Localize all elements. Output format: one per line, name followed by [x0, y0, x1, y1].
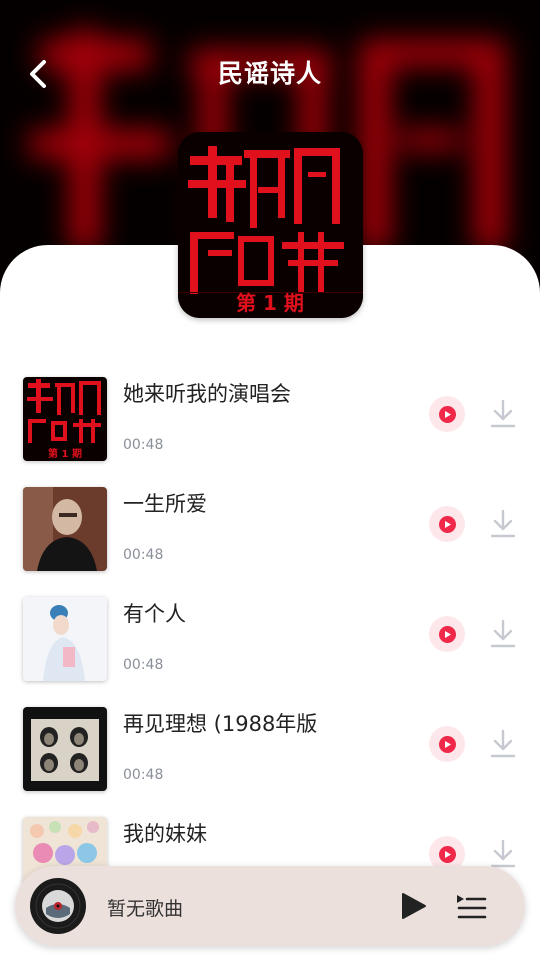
queue-list-icon: [457, 895, 487, 919]
song-duration: 00:48: [123, 547, 164, 563]
mini-player[interactable]: 暂无歌曲: [15, 866, 525, 946]
song-row[interactable]: 有个人 00:48: [0, 580, 540, 690]
song-duration: 00:48: [123, 437, 164, 453]
play-song-button[interactable]: [429, 396, 465, 432]
song-title: 有个人: [123, 602, 186, 626]
song-row[interactable]: 一生所爱 00:48: [0, 470, 540, 580]
song-title: 我的妹妹: [123, 822, 207, 846]
playlist-cover: 第 1 期: [178, 132, 363, 318]
song-row[interactable]: 第 1 期 她来听我的演唱会 00:48: [0, 360, 540, 470]
download-icon: [490, 399, 516, 428]
song-row[interactable]: 再见理想 (1988年版 00:48: [0, 690, 540, 800]
play-icon: [438, 845, 456, 863]
download-icon: [490, 509, 516, 538]
play-icon: [438, 625, 456, 643]
download-button[interactable]: [488, 398, 518, 430]
play-icon: [402, 893, 426, 919]
cover-art: 第 1 期: [178, 132, 363, 318]
playlist-queue-button[interactable]: [455, 890, 487, 922]
play-song-button[interactable]: [429, 616, 465, 652]
song-thumbnail: [23, 597, 107, 681]
song-thumbnail: 第 1 期: [23, 377, 107, 461]
page-title: 民谣诗人: [217, 59, 322, 88]
download-button[interactable]: [488, 508, 518, 540]
download-button[interactable]: [488, 838, 518, 870]
play-icon: [438, 515, 456, 533]
download-button[interactable]: [488, 728, 518, 760]
cover-caption: 第 1 期: [236, 291, 304, 315]
download-button[interactable]: [488, 618, 518, 650]
song-title: 一生所爱: [123, 492, 207, 516]
now-playing-text: 暂无歌曲: [107, 898, 184, 920]
play-icon: [438, 735, 456, 753]
play-icon: [438, 405, 456, 423]
download-icon: [490, 729, 516, 758]
player-play-button[interactable]: [397, 890, 429, 922]
download-icon: [490, 619, 516, 648]
play-song-button[interactable]: [429, 506, 465, 542]
play-song-button[interactable]: [429, 726, 465, 762]
vinyl-disc-icon: [30, 878, 86, 934]
song-duration: 00:48: [123, 767, 164, 783]
song-title: 再见理想 (1988年版: [123, 712, 318, 736]
song-title: 她来听我的演唱会: [123, 382, 291, 406]
song-thumbnail: [23, 487, 107, 571]
song-thumbnail: [23, 707, 107, 791]
svg-text:第 1 期: 第 1 期: [48, 447, 82, 460]
song-duration: 00:48: [123, 657, 164, 673]
download-icon: [490, 839, 516, 868]
